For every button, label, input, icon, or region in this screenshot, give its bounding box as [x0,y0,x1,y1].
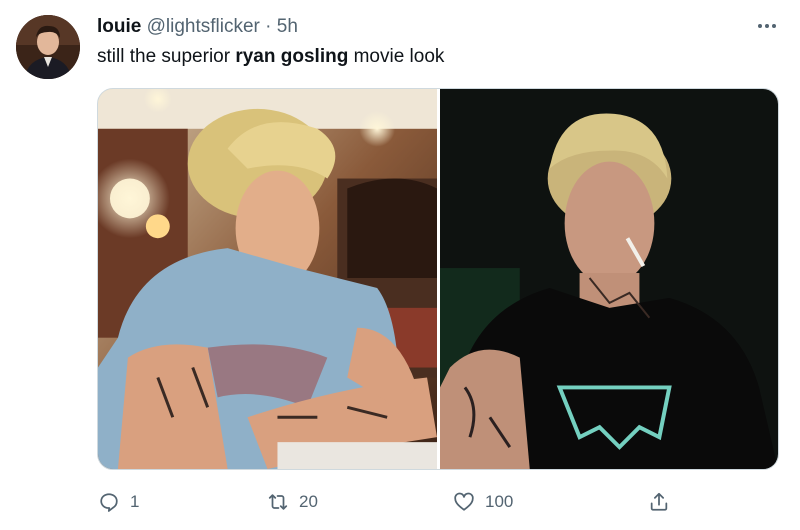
tweet-text-bold: ryan gosling [235,46,349,67]
tweet-text: still the superior ryan gosling movie lo… [97,44,444,70]
tweet-time[interactable]: 5h [277,16,298,37]
tweet-text-end: movie look [348,46,445,67]
like-count: 100 [485,492,514,511]
avatar[interactable] [16,15,80,79]
like-icon [453,491,475,513]
author-handle[interactable]: @lightsflicker [147,16,260,37]
retweet-count: 20 [299,492,318,511]
tweet-media [97,88,779,470]
dark-scene-photo[interactable] [440,89,778,469]
tweet-header: louie @lightsflicker · 5h [97,14,298,40]
share-button[interactable] [648,486,670,518]
retweet-icon [267,491,289,513]
tweet-text-start: still the superior [97,46,236,67]
like-button[interactable]: 100 [453,486,513,518]
more-horizontal-icon[interactable] [752,14,782,38]
header-separator: · [265,16,272,37]
reply-button[interactable]: 1 [98,486,139,518]
diner-scene-photo[interactable] [98,89,437,469]
retweet-button[interactable]: 20 [267,486,318,518]
author-name[interactable]: louie [97,16,141,37]
share-icon [648,491,670,513]
reply-count: 1 [130,492,140,511]
tweet-actions: 1 20 100 [0,486,800,518]
reply-icon [98,491,120,513]
